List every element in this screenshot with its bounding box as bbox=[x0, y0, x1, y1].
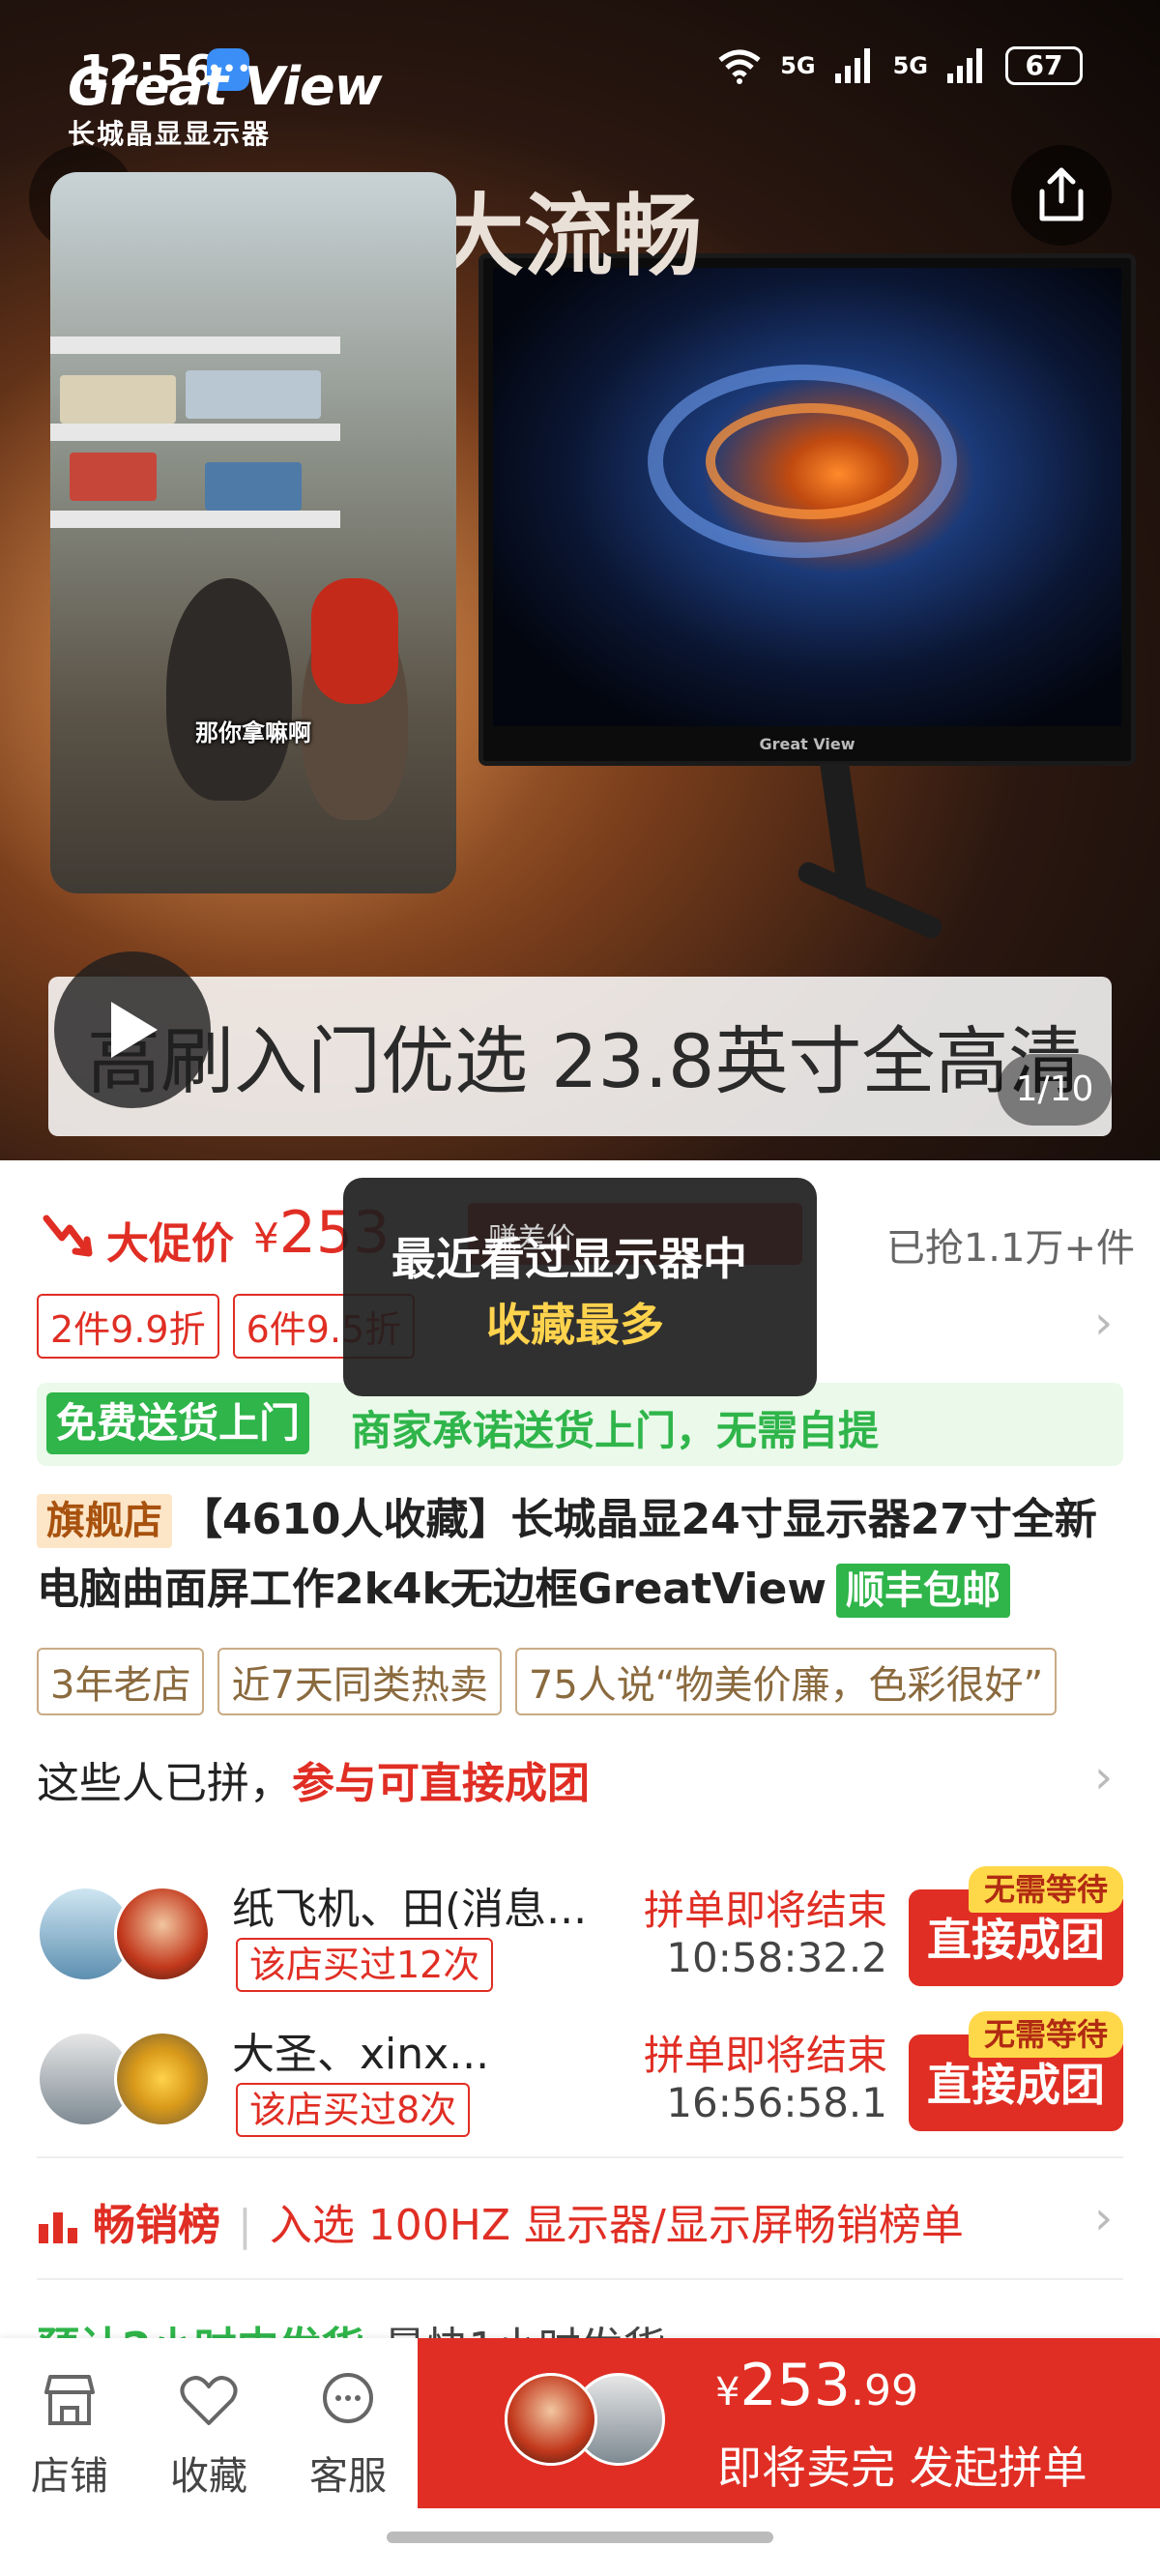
bestseller-label: 畅销榜 bbox=[93, 2201, 220, 2250]
separator: | bbox=[238, 2201, 252, 2250]
purchase-count-tag: 该店买过12次 bbox=[236, 1938, 494, 1992]
store-badge: 3年老店 bbox=[37, 1648, 205, 1715]
hero-gallery[interactable]: Great View 大流畅 12:56 ••• 5G 5G 67 Great … bbox=[0, 0, 1160, 1160]
chevron-right-icon[interactable]: › bbox=[1094, 1750, 1113, 1804]
network-label-2: 5G bbox=[892, 52, 928, 79]
group-buy-header-highlight: 参与可直接成团 bbox=[292, 1759, 590, 1808]
play-icon bbox=[111, 1002, 158, 1058]
brand-logo: Great View 长城晶显显示器 bbox=[68, 56, 382, 152]
status-icons: 5G 5G 67 bbox=[716, 46, 1083, 85]
signal-bars-icon bbox=[834, 48, 870, 83]
buy-price-currency: ¥ bbox=[715, 2370, 740, 2415]
monitor-logo: Great View bbox=[759, 735, 856, 753]
customer-service-label: 客服 bbox=[309, 2454, 387, 2499]
chat-bubble-icon bbox=[323, 2373, 373, 2423]
store-button[interactable]: 店铺 bbox=[12, 2369, 128, 2501]
video-shelf bbox=[50, 424, 340, 441]
hero-headline: 大流畅 bbox=[435, 185, 703, 288]
battery-indicator: 67 bbox=[1005, 46, 1083, 85]
heart-icon bbox=[180, 2376, 238, 2425]
signal-bars-icon-2 bbox=[947, 48, 982, 83]
video-shelf bbox=[50, 337, 340, 354]
store-badge: 75人说“物美价廉，色彩很好” bbox=[514, 1648, 1058, 1715]
group-member-names: 纸飞机、田(消息... bbox=[232, 1885, 588, 1934]
free-delivery-chip: 免费送货上门 bbox=[46, 1392, 310, 1454]
divider bbox=[37, 2156, 1123, 2158]
store-badges: 3年老店 近7天同类热卖 75人说“物美价廉，色彩很好” bbox=[37, 1648, 1058, 1715]
group-buy-header[interactable]: 这些人已拼，参与可直接成团 bbox=[37, 1748, 590, 1810]
store-badge: 近7天同类热卖 bbox=[218, 1648, 502, 1715]
bestseller-rank[interactable]: 畅销榜 | 入选 100HZ 显示器/显示屏畅销榜单 bbox=[37, 2190, 964, 2252]
share-icon bbox=[1039, 167, 1084, 221]
floating-video-card[interactable]: 那你拿嘛啊 bbox=[50, 172, 456, 893]
group-buy-header-prefix: 这些人已拼， bbox=[37, 1759, 292, 1808]
sold-count: 已抢1.1万+件 bbox=[885, 1226, 1135, 1271]
store-icon bbox=[44, 2375, 95, 2425]
purchase-count-tag: 该店买过8次 bbox=[236, 2083, 471, 2137]
tooltip-line2: 收藏最多 bbox=[486, 1299, 664, 1351]
share-button[interactable] bbox=[1011, 145, 1112, 246]
hero-banner: 高刷入门优选 23.8英寸全高清 bbox=[48, 977, 1112, 1136]
home-indicator[interactable] bbox=[387, 2532, 773, 2543]
video-box bbox=[60, 375, 176, 424]
group-countdown: 10:58:32.2 bbox=[666, 1934, 887, 1981]
group-member-names: 大圣、xinx... bbox=[232, 2030, 490, 2079]
customer-service-button[interactable]: 客服 bbox=[290, 2369, 406, 2501]
chevron-right-icon[interactable]: › bbox=[1094, 2191, 1113, 2245]
buy-price-amount: 253 bbox=[740, 2352, 851, 2419]
group-buy-button[interactable]: ¥253.99 即将卖完 发起拼单 bbox=[418, 2338, 1160, 2508]
store-label: 店铺 bbox=[31, 2454, 108, 2499]
monitor-image: Great View bbox=[478, 253, 1136, 766]
image-pager: 1/10 bbox=[998, 1054, 1112, 1126]
avatar bbox=[114, 1886, 211, 1982]
bar-chart-icon bbox=[39, 2212, 77, 2243]
divider bbox=[37, 2278, 1123, 2280]
group-countdown: 16:56:58.1 bbox=[666, 2079, 887, 2126]
group-ending-label: 拼单即将结束 bbox=[643, 2032, 887, 2079]
promo-tag[interactable]: 2件9.9折 bbox=[37, 1294, 219, 1359]
popularity-tooltip: 赚差价 最近看过显示器中 收藏最多 bbox=[343, 1178, 817, 1396]
avatar bbox=[505, 2373, 597, 2466]
sf-shipping-badge: 顺丰包邮 bbox=[836, 1564, 1010, 1618]
group-row: 纸飞机、田(消息... 该店买过12次 拼单即将结束 10:58:32.2 直接… bbox=[0, 1866, 1160, 2011]
buy-cta-text: 即将卖完 发起拼单 bbox=[717, 2442, 1088, 2494]
video-shelf bbox=[50, 511, 340, 528]
video-subtitle: 那你拿嘛啊 bbox=[195, 719, 311, 746]
video-box bbox=[70, 453, 157, 501]
brand-logo-subtitle: 长城晶显显示器 bbox=[68, 118, 272, 150]
no-wait-badge: 无需等待 bbox=[969, 1866, 1123, 1913]
flagship-badge: 旗舰店 bbox=[37, 1494, 172, 1548]
price-currency: ¥ bbox=[253, 1215, 279, 1262]
monitor-stand-base bbox=[795, 859, 945, 942]
video-box bbox=[205, 462, 302, 511]
buy-price: ¥253.99 bbox=[715, 2352, 918, 2419]
bestseller-desc: 入选 100HZ 显示器/显示屏畅销榜单 bbox=[269, 2201, 964, 2250]
chevron-right-icon[interactable]: › bbox=[1094, 1296, 1113, 1350]
avatar bbox=[114, 2031, 211, 2127]
wifi-icon bbox=[718, 49, 761, 84]
group-row: 大圣、xinx... 该店买过8次 拼单即将结束 16:56:58.1 直接成团… bbox=[0, 2011, 1160, 2156]
favorite-button[interactable]: 收藏 bbox=[151, 2369, 267, 2501]
no-wait-badge: 无需等待 bbox=[969, 2011, 1123, 2058]
product-page: Great View 大流畅 12:56 ••• 5G 5G 67 Great … bbox=[0, 0, 1160, 2576]
delivery-text: 商家承诺送货上门，无需自提 bbox=[351, 1407, 880, 1454]
video-person bbox=[166, 578, 292, 801]
tooltip-line1: 最近看过显示器中 bbox=[392, 1233, 747, 1285]
video-box bbox=[186, 370, 321, 419]
swirl-ring-inner bbox=[706, 403, 918, 519]
network-label-1: 5G bbox=[780, 52, 816, 79]
hero-banner-text: 高刷入门优选 23.8英寸全高清 bbox=[87, 1018, 1083, 1104]
buy-price-cents: .99 bbox=[850, 2366, 918, 2415]
promo-price-label: 大促价 bbox=[106, 1219, 234, 1269]
video-red-bottle bbox=[311, 578, 398, 704]
price-drop-icon bbox=[43, 1215, 93, 1257]
product-title: 旗舰店 【4610人收藏】长城晶显24寸显示器27寸全新电脑曲面屏工作2k4k无边… bbox=[37, 1485, 1129, 1625]
brand-logo-text: Great View bbox=[68, 56, 382, 117]
play-video-button[interactable] bbox=[54, 951, 211, 1108]
favorite-label: 收藏 bbox=[170, 2454, 247, 2499]
group-ending-label: 拼单即将结束 bbox=[643, 1887, 887, 1934]
